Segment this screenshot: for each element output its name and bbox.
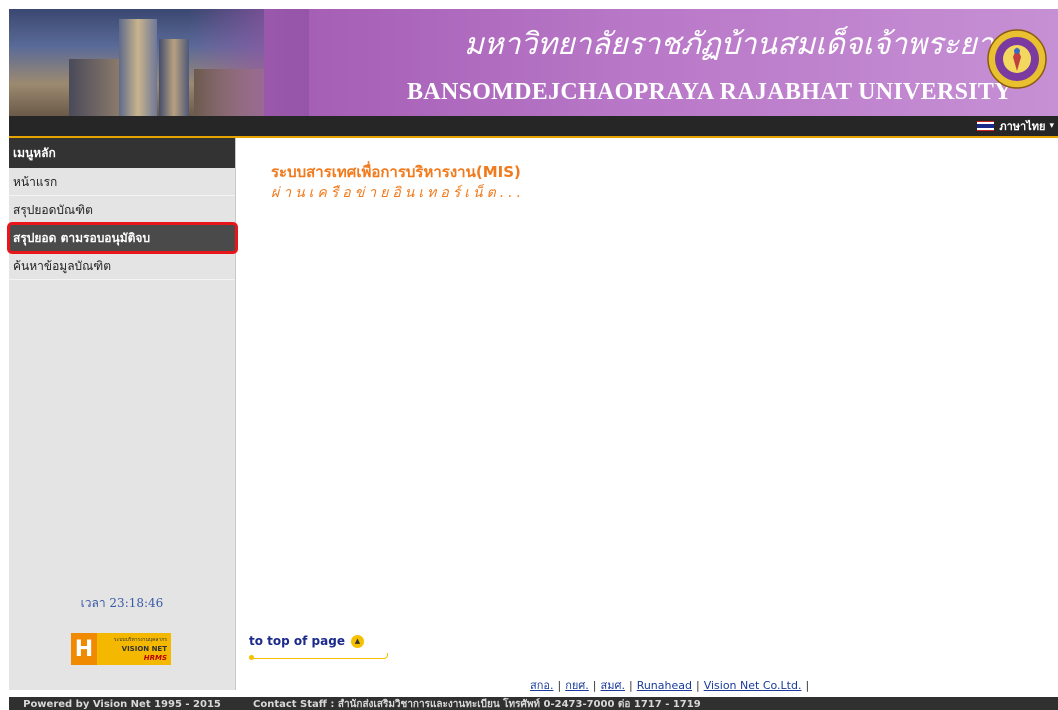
to-top-underline [251,653,388,659]
sidebar: เมนูหลัก หน้าแรก สรุปยอดบัณฑิต สรุปยอด ต… [7,138,238,690]
university-seal-icon [985,9,1049,109]
page-subtitle: ผ่านเครือข่ายอินเทอร์เน็ต... [271,185,526,201]
badge-sub-text: HRMS [143,653,167,662]
arrow-up-icon: ▲ [350,634,364,648]
university-name-english: BANSOMDEJCHAOPRAYA RAJABHAT UNIVERSITY [407,79,1012,105]
h-logo-icon: H [71,633,97,665]
sidebar-item-summary-by-approval-round[interactable]: สรุปยอด ตามรอบอนุมัติจบ [7,222,238,254]
sidebar-item-search-graduate[interactable]: ค้นหาข้อมูลบัณฑิต [9,252,235,280]
footer-links: สกอ. | กยศ. | สมศ. | Runahead | Vision Net Co.Lt… [530,679,810,692]
to-top-link[interactable]: to top of page ▲ [249,634,364,648]
footer-link-ohec[interactable]: สกอ. [530,679,553,692]
header-banner: มหาวิทยาลัยราชภัฏบ้านสมเด็จเจ้าพระยา BAN… [9,9,1058,116]
badge-big-text: VISION NET [121,644,167,653]
page-title: ระบบสารเทศเพื่อการบริหารงาน(MIS) [271,163,521,181]
sidebar-item-home[interactable]: หน้าแรก [9,168,235,196]
sidebar-item-graduate-summary[interactable]: สรุปยอดบัณฑิต [9,196,235,224]
bottom-bar: Powered by Vision Net 1995 - 2015 Contac… [9,697,1058,710]
badge-small-text: ระบบบริหารงานบุคลากร [113,636,167,643]
powered-by-text: Powered by Vision Net 1995 - 2015 [23,699,221,710]
chevron-down-icon: ▾ [1049,121,1054,131]
menu-title: เมนูหลัก [9,138,235,168]
language-selector[interactable]: ภาษาไทย ▾ [977,116,1058,136]
footer-link-slf[interactable]: กยศ. [565,679,589,692]
to-top-dot [249,655,254,660]
vision-net-hrms-logo[interactable]: H ระบบบริหารงานบุคลากร VISION NET HRMS [71,633,171,665]
footer-link-vision-net[interactable]: Vision Net Co.Ltd. [704,679,802,692]
to-top-label: to top of page [249,634,345,648]
university-name-thai: มหาวิทยาลัยราชภัฏบ้านสมเด็จเจ้าพระยา [464,27,994,62]
contact-text: Contact Staff : สำนักส่งเสริมวิชาการและง… [253,699,701,710]
clock: เวลา 23:18:46 [80,596,164,610]
footer-link-runahead[interactable]: Runahead [637,679,692,692]
language-bar: ภาษาไทย ▾ [9,116,1058,136]
thai-flag-icon [977,120,995,132]
footer-link-onesqa[interactable]: สมศ. [601,679,625,692]
language-label: ภาษาไทย [999,120,1046,133]
